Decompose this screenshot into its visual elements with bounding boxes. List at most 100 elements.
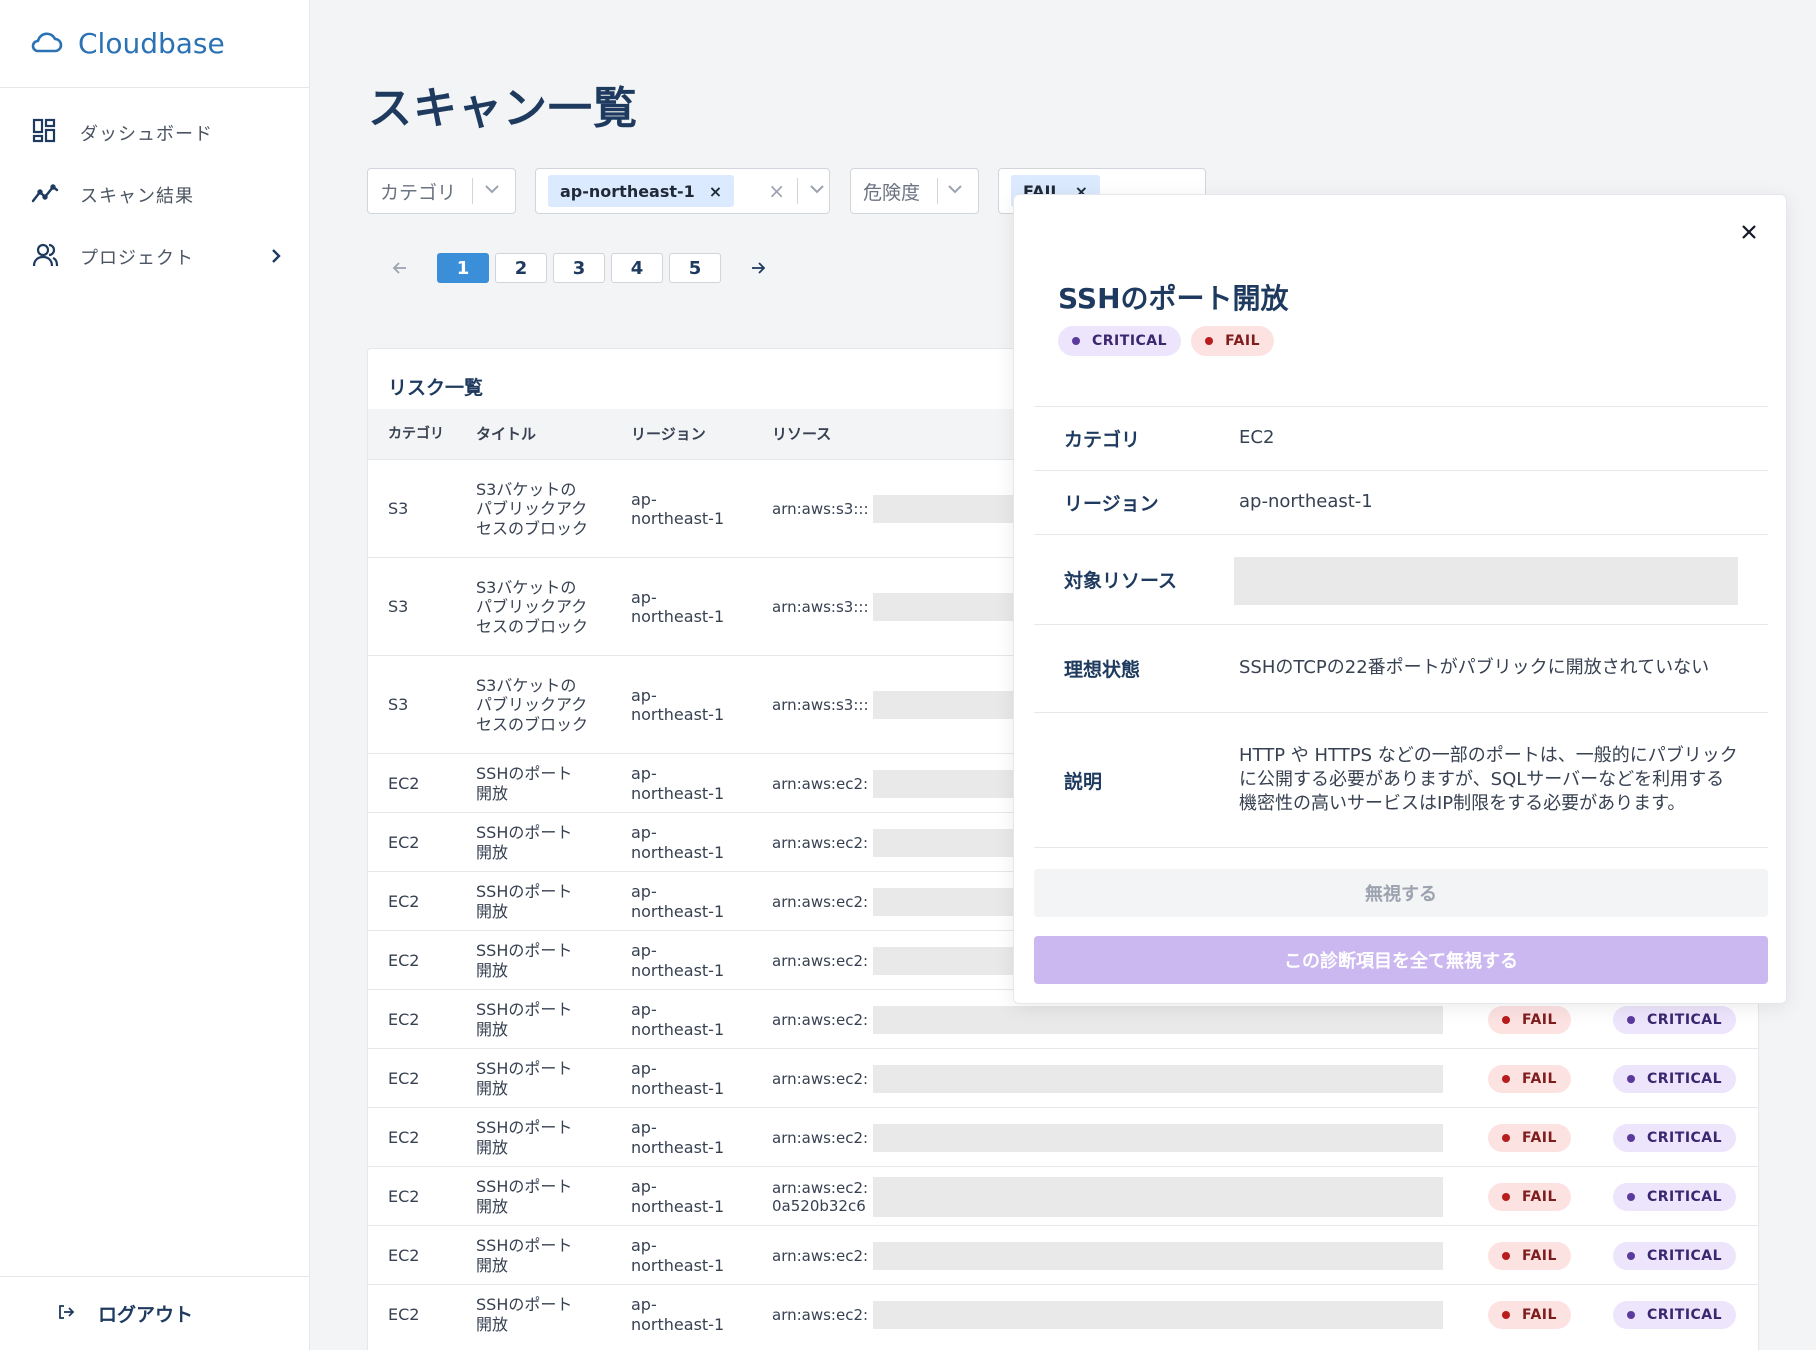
redacted-resource (1234, 557, 1738, 605)
resource-cell: arn:aws:ec2: (772, 1246, 869, 1265)
detail-row-resource: 対象リソース (1034, 534, 1768, 624)
redacted-resource (873, 1242, 1443, 1270)
status-badge-label: FAIL (1522, 1307, 1557, 1323)
title-cell: SSHのポート開放 (476, 1295, 573, 1334)
remove-tag-icon[interactable]: × (709, 182, 722, 201)
region-filter[interactable]: ap-northeast-1 × × (535, 168, 830, 214)
severity-badge: CRITICAL (1613, 1301, 1737, 1329)
severity-badge-label: CRITICAL (1647, 1248, 1723, 1264)
status-dot (1502, 1016, 1510, 1024)
status-dot (1627, 1075, 1635, 1083)
redacted-resource (873, 1177, 1443, 1217)
status-badge: FAIL (1488, 1183, 1571, 1211)
sidebar: Cloudbase ダッシュボード スキャン結果 プロジェクト ログアウト (0, 0, 310, 1350)
region-cell: ap-northeast-1 (631, 587, 725, 626)
pagination: 1 2 3 4 5 (380, 252, 778, 284)
region-cell: ap-northeast-1 (631, 1177, 725, 1216)
status-badge-label: FAIL (1522, 1130, 1557, 1146)
sidebar-item-label: スキャン結果 (80, 186, 194, 207)
status-dot (1502, 1193, 1510, 1201)
logout-button[interactable]: ログアウト (0, 1276, 309, 1350)
resource-cell: arn:aws:ec2: (772, 1305, 869, 1324)
table-row[interactable]: EC2 SSHのポート開放 ap-northeast-1 arn:aws:ec2: FA… (368, 1107, 1758, 1166)
category-filter[interactable]: カテゴリ (367, 168, 516, 214)
category-cell: S3 (388, 499, 409, 519)
severity-badge: CRITICAL (1613, 1065, 1737, 1093)
chevron-down-icon (806, 178, 828, 204)
severity-badge-label: CRITICAL (1092, 333, 1168, 349)
table-row[interactable]: EC2 SSHのポート開放 ap-northeast-1 arn:aws:ec2: FA… (368, 1225, 1758, 1284)
severity-badge-label: CRITICAL (1647, 1071, 1723, 1087)
sidebar-item-dashboard[interactable]: ダッシュボード (0, 102, 309, 164)
resource-cell: arn:aws:ec2: (772, 1010, 869, 1029)
close-icon[interactable] (1738, 221, 1760, 243)
title-cell: S3バケットのパブリックアクセスのブロック (476, 480, 589, 538)
severity-badge: CRITICAL (1613, 1183, 1737, 1211)
clear-icon[interactable]: × (768, 179, 785, 203)
ignore-all-button[interactable]: この診断項目を全て無視する (1034, 936, 1768, 984)
table-row[interactable]: EC2 SSHのポート開放 ap-northeast-1 arn:aws:ec2: FA… (368, 1048, 1758, 1107)
page-button[interactable]: 2 (495, 253, 547, 283)
region-cell: ap-northeast-1 (631, 1059, 725, 1098)
table-row[interactable]: EC2 SSHのポート開放 ap-northeast-1 arn:aws:ec2: FA… (368, 1284, 1758, 1343)
chart-line-icon (30, 178, 60, 212)
resource-cell: arn:aws:ec2: (772, 1128, 869, 1147)
title-cell: SSHのポート開放 (476, 823, 573, 862)
region-cell: ap-northeast-1 (631, 823, 725, 862)
field-value: SSHのTCPの22番ポートがパブリックに開放されていない (1239, 657, 1710, 679)
sidebar-item-scan-results[interactable]: スキャン結果 (0, 164, 309, 226)
region-cell: ap-northeast-1 (631, 685, 725, 724)
resource-cell: arn:aws:s3::: (772, 598, 869, 616)
detail-badges: CRITICAL FAIL (1058, 326, 1274, 356)
field-value: EC2 (1239, 427, 1275, 449)
ignore-button[interactable]: 無視する (1034, 869, 1768, 917)
prev-page-button[interactable] (380, 252, 420, 284)
field-label: 説明 (1064, 770, 1103, 793)
page-button[interactable]: 3 (553, 253, 605, 283)
status-dot (1502, 1134, 1510, 1142)
category-cell: EC2 (388, 1186, 420, 1206)
category-filter-placeholder: カテゴリ (380, 181, 457, 204)
status-dot (1627, 1252, 1635, 1260)
logout-icon (56, 1302, 76, 1326)
severity-filter[interactable]: 危険度 (850, 168, 979, 214)
status-dot (1627, 1193, 1635, 1201)
resource-cell: arn:aws:ec2: 0a520b32c6 (772, 1178, 869, 1215)
region-cell: ap-northeast-1 (631, 489, 725, 528)
sidebar-item-label: プロジェクト (80, 248, 194, 269)
severity-badge: CRITICAL (1613, 1124, 1737, 1152)
severity-badge-label: CRITICAL (1647, 1130, 1723, 1146)
brand-name: Cloudbase (78, 27, 225, 60)
category-cell: EC2 (388, 1304, 420, 1324)
title-cell: SSHのポート開放 (476, 882, 573, 921)
field-label: 理想状態 (1064, 659, 1141, 681)
status-badge: FAIL (1488, 1065, 1571, 1093)
divider (796, 178, 798, 204)
sidebar-item-projects[interactable]: プロジェクト (0, 226, 309, 288)
region-cell: ap-northeast-1 (631, 1118, 725, 1157)
category-cell: EC2 (388, 1068, 420, 1088)
page-button[interactable]: 5 (669, 253, 721, 283)
severity-badge-label: CRITICAL (1647, 1012, 1723, 1028)
title-cell: SSHのポート開放 (476, 1059, 573, 1098)
region-cell: ap-northeast-1 (631, 764, 725, 803)
detail-title: SSHのポート開放 (1058, 282, 1289, 315)
brand[interactable]: Cloudbase (0, 0, 309, 88)
detail-row-category: カテゴリ EC2 (1034, 406, 1768, 470)
page-button[interactable]: 1 (437, 253, 489, 283)
page-button[interactable]: 4 (611, 253, 663, 283)
status-badge-label: FAIL (1522, 1012, 1557, 1028)
cloud-icon (28, 24, 64, 64)
category-cell: EC2 (388, 1127, 420, 1147)
table-row[interactable]: EC2 SSHのポート開放 ap-northeast-1 arn:aws:ec2: 0… (368, 1166, 1758, 1225)
region-cell: ap-northeast-1 (631, 1236, 725, 1275)
resource-cell: arn:aws:s3::: (772, 500, 869, 518)
header-category: カテゴリ (388, 425, 444, 442)
chevron-down-icon (944, 178, 966, 204)
next-page-button[interactable] (738, 252, 778, 284)
region-cell: ap-northeast-1 (631, 1000, 725, 1039)
detail-row-description: 説明 HTTP や HTTPS などの一部のポートは、一般的にパブリックに公開す… (1034, 712, 1768, 848)
title-cell: SSHのポート開放 (476, 1118, 573, 1157)
title-cell: SSHのポート開放 (476, 764, 573, 803)
region-tag[interactable]: ap-northeast-1 × (548, 175, 735, 207)
